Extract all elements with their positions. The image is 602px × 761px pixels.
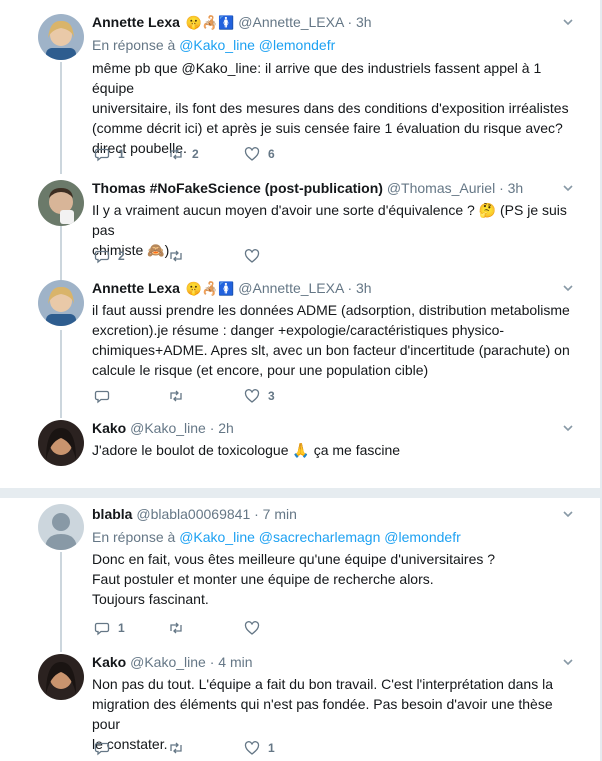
heart-icon: [244, 147, 260, 161]
retweet-button[interactable]: 2: [168, 144, 199, 164]
author-handle[interactable]: @Kako_line: [130, 420, 206, 436]
like-button[interactable]: [244, 618, 268, 638]
tweet[interactable]: Kako @Kako_line · 2h J'adore le boulot d…: [0, 408, 602, 488]
mention-link[interactable]: @sacrecharlemagn: [259, 529, 381, 545]
timestamp[interactable]: · 3h: [499, 180, 523, 196]
retweet-button[interactable]: [168, 738, 192, 758]
heart-icon: [244, 249, 260, 263]
chevron-down-icon[interactable]: [562, 508, 574, 520]
chevron-down-icon[interactable]: [562, 422, 574, 434]
name-badges: 🤫🦂🚺: [185, 15, 235, 30]
mention-link[interactable]: @Kako_line: [179, 37, 255, 53]
heart-icon: [244, 741, 260, 755]
tweet[interactable]: blabla @blabla00069841 · 7 min En répons…: [0, 498, 602, 644]
reply-count: 1: [118, 621, 125, 635]
retweet-icon: [170, 390, 182, 402]
avatar[interactable]: [38, 14, 84, 60]
reply-context: En réponse à @Kako_line @sacrecharlemagn…: [92, 529, 461, 545]
retweet-count: 2: [192, 147, 199, 161]
chevron-down-icon[interactable]: [562, 282, 574, 294]
mention-link[interactable]: @lemondefr: [384, 529, 460, 545]
reply-button[interactable]: [94, 738, 118, 758]
like-button[interactable]: 6: [244, 144, 275, 164]
tweet[interactable]: Kako @Kako_line · 4 min Non pas du tout.…: [0, 644, 602, 761]
retweet-button[interactable]: [168, 618, 192, 638]
reply-icon: [94, 148, 110, 162]
author-name[interactable]: Annette Lexa: [92, 280, 180, 296]
heart-icon: [244, 621, 260, 635]
like-button[interactable]: 3: [244, 386, 275, 406]
avatar[interactable]: [38, 420, 84, 466]
retweet-icon: [170, 250, 182, 262]
author-handle[interactable]: @Thomas_Auriel: [387, 180, 495, 196]
retweet-icon: [170, 148, 182, 160]
reply-count: 2: [118, 249, 125, 263]
like-button[interactable]: 1: [244, 738, 275, 758]
author-name[interactable]: Kako: [92, 654, 126, 670]
reply-icon: [94, 390, 110, 404]
author-name[interactable]: Kako: [92, 420, 126, 436]
author-handle[interactable]: @Annette_LEXA: [238, 14, 343, 30]
mention-link[interactable]: @Kako_line: [179, 529, 255, 545]
timestamp[interactable]: · 4 min: [210, 654, 253, 670]
timestamp[interactable]: · 2h: [210, 420, 234, 436]
reply-button[interactable]: 2: [94, 246, 125, 266]
timestamp[interactable]: · 7 min: [254, 506, 297, 522]
retweet-icon: [170, 742, 182, 754]
tweet-text: il faut aussi prendre les données ADME (…: [92, 302, 570, 378]
reply-icon: [94, 622, 110, 636]
reply-button[interactable]: 1: [94, 618, 125, 638]
timestamp[interactable]: · 3h: [347, 280, 371, 296]
avatar[interactable]: [38, 654, 84, 700]
author-handle[interactable]: @blabla00069841: [136, 506, 250, 522]
conversation-divider: [0, 488, 602, 498]
tweet[interactable]: Annette Lexa 🤫🦂🚺 @Annette_LEXA · 3h En r…: [0, 0, 602, 172]
tweet-text: Donc en fait, vous êtes meilleure qu'une…: [92, 551, 496, 607]
reply-context: En réponse à @Kako_line @lemondefr: [92, 37, 336, 53]
tweet-text: J'adore le boulot de toxicologue 🙏 ça me…: [92, 442, 401, 458]
tweet-text: même pb que @Kako_line: il arrive que de…: [92, 60, 569, 156]
like-button[interactable]: [244, 246, 268, 266]
avatar[interactable]: [38, 180, 84, 226]
like-count: 6: [268, 147, 275, 161]
chevron-down-icon[interactable]: [562, 656, 574, 668]
retweet-icon: [170, 622, 182, 634]
author-handle[interactable]: @Kako_line: [130, 654, 206, 670]
like-count: 3: [268, 389, 275, 403]
tweet[interactable]: Annette Lexa 🤫🦂🚺 @Annette_LEXA · 3h il f…: [0, 272, 602, 408]
like-count: 1: [268, 741, 275, 755]
avatar[interactable]: [38, 504, 84, 550]
author-name[interactable]: Thomas #NoFakeScience (post-publication): [92, 180, 383, 196]
chevron-down-icon[interactable]: [562, 182, 574, 194]
avatar[interactable]: [38, 280, 84, 326]
retweet-button[interactable]: [168, 386, 192, 406]
chevron-down-icon[interactable]: [562, 16, 574, 28]
mention-link[interactable]: @lemondefr: [259, 37, 335, 53]
tweet-text: Il y a vraiment aucun moyen d'avoir une …: [92, 202, 567, 258]
timestamp[interactable]: · 3h: [347, 14, 371, 30]
author-handle[interactable]: @Annette_LEXA: [238, 280, 343, 296]
reply-button[interactable]: 1: [94, 144, 125, 164]
reply-icon: [94, 250, 110, 264]
retweet-button[interactable]: [168, 246, 192, 266]
reply-icon: [94, 742, 110, 756]
author-name[interactable]: blabla: [92, 506, 132, 522]
heart-icon: [244, 389, 260, 403]
name-badges: 🤫🦂🚺: [185, 281, 235, 296]
author-name[interactable]: Annette Lexa: [92, 14, 180, 30]
tweet[interactable]: Thomas #NoFakeScience (post-publication)…: [0, 172, 602, 272]
tweet-text: Non pas du tout. L'équipe a fait du bon …: [92, 676, 553, 752]
reply-count: 1: [118, 147, 125, 161]
reply-button[interactable]: [94, 386, 118, 406]
